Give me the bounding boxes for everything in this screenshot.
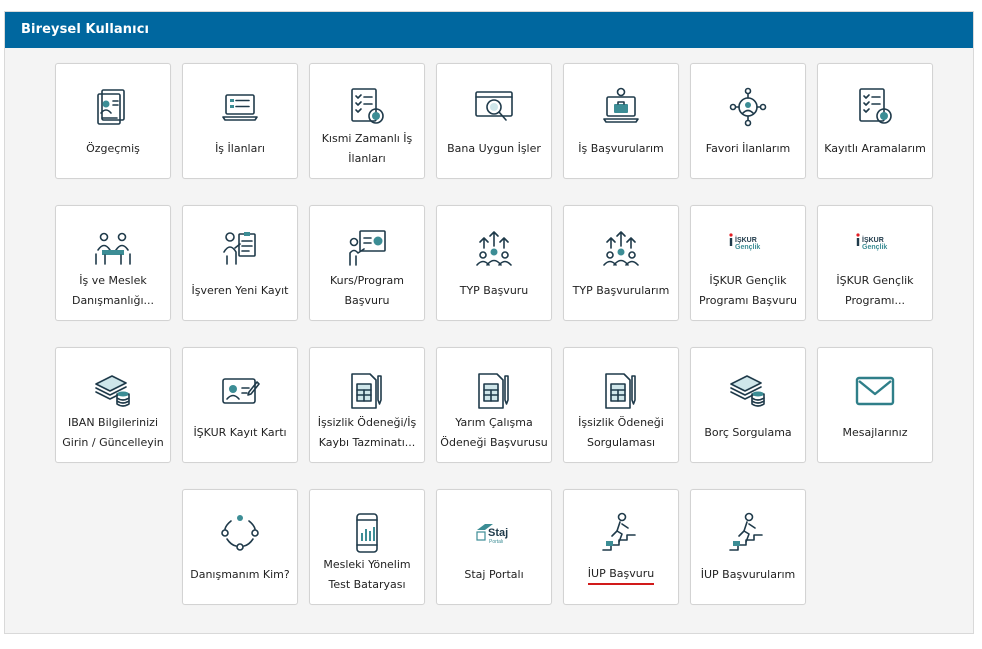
- tile-label: Yarım Çalışma Ödeneği Başvurusu: [440, 416, 548, 449]
- calculator-document-icon: [351, 373, 382, 409]
- tile-label: İUP Başvurularım: [700, 568, 796, 581]
- panel-title: Bireysel Kullanıcı: [21, 22, 150, 37]
- tile-iskur-genclik-programi[interactable]: İŞKUR Gençlik İŞKUR Gençlik Programı...: [817, 205, 933, 321]
- logo-text: Staj: [488, 527, 508, 539]
- calculator-document-icon: [478, 373, 509, 409]
- panel-header: Bireysel Kullanıcı: [5, 12, 973, 48]
- tile-borc-sorgulama[interactable]: Borç Sorgulama: [690, 347, 806, 463]
- logo-text: Gençlik: [735, 244, 760, 251]
- tile-iban-bilgileri[interactable]: IBAN Bilgilerinizi Girin / Güncelleyin: [55, 347, 171, 463]
- bireysel-kullanici-panel: Bireysel Kullanıcı Özgeçmiş İş İlanları …: [4, 11, 974, 634]
- tile-label: Kurs/Program Başvuru: [329, 274, 404, 307]
- tile-label: İUP Başvuru: [587, 565, 655, 585]
- tile-ozgecmis[interactable]: Özgeçmiş: [55, 63, 171, 179]
- tile-label: İŞKUR Gençlik Programı...: [836, 274, 914, 307]
- staj-portal-logo-icon: Staj Portalı: [476, 524, 508, 545]
- search-browser-icon: [475, 91, 513, 121]
- money-coins-icon: [95, 375, 130, 407]
- tile-label: Staj Portalı: [464, 568, 524, 581]
- tile-mesleki-yonelim-test[interactable]: Mesleki Yönelim Test Bataryası: [309, 489, 425, 605]
- tile-label: TYP Başvuru: [459, 284, 529, 297]
- tile-label: Favori İlanlarım: [705, 142, 791, 155]
- id-card-icon: [222, 378, 260, 404]
- tile-issizlik-odenegi-sorgulamasi[interactable]: İşsizlik Ödeneği Sorgulaması: [563, 347, 679, 463]
- tile-danismanim-kim[interactable]: Danışmanım Kim?: [182, 489, 298, 605]
- tile-kismi-zamanli-is-ilanlari[interactable]: Kısmi Zamanlı İş İlanları: [309, 63, 425, 179]
- iskur-genclik-logo-icon: İŞKUR Gençlik: [856, 233, 887, 251]
- tile-kayitli-aramalarim[interactable]: Kayıtlı Aramalarım: [817, 63, 933, 179]
- tile-label: Mesleki Yönelim Test Bataryası: [323, 558, 411, 591]
- tile-label: İşsizlik Ödeneği/İş Kaybı Tazminatı...: [317, 416, 417, 449]
- logo-text: İŞKUR: [862, 236, 884, 244]
- logo-text: İŞKUR: [735, 236, 757, 244]
- tile-iup-basvuru[interactable]: İUP Başvuru: [563, 489, 679, 605]
- tile-grid: Özgeçmiş İş İlanları Kısmi Zamanlı İş İl…: [55, 63, 937, 608]
- mobile-chart-icon: [356, 513, 378, 553]
- saved-search-checklist-icon: [859, 88, 892, 124]
- tile-kurs-program-basvuru[interactable]: Kurs/Program Başvuru: [309, 205, 425, 321]
- tile-label: İşveren Yeni Kayıt: [191, 284, 289, 297]
- typ-group-icon: [603, 231, 639, 266]
- tile-yarim-calisma-odenegi[interactable]: Yarım Çalışma Ödeneği Başvurusu: [436, 347, 552, 463]
- calculator-document-icon: [605, 373, 636, 409]
- tile-label: İŞKUR Kayıt Kartı: [193, 426, 287, 439]
- tile-label: Danışmanım Kim?: [190, 568, 290, 581]
- stairs-climber-icon: [602, 512, 636, 551]
- job-listings-icon: [222, 94, 258, 121]
- tile-favori-ilanlarim[interactable]: Favori İlanlarım: [690, 63, 806, 179]
- tile-label: İş İlanları: [215, 142, 265, 155]
- tile-iup-basvurularim[interactable]: İUP Başvurularım: [690, 489, 806, 605]
- tile-is-basvurularim[interactable]: İş Başvurularım: [563, 63, 679, 179]
- tile-iskur-kayit-karti[interactable]: İŞKUR Kayıt Kartı: [182, 347, 298, 463]
- tile-mesajlariniz[interactable]: Mesajlarınız: [817, 347, 933, 463]
- course-presentation-icon: [349, 230, 386, 266]
- tile-label: İş Başvurularım: [578, 142, 664, 155]
- counseling-meeting-icon: [95, 232, 131, 265]
- tile-label: Kısmi Zamanlı İş İlanları: [321, 132, 413, 165]
- logo-text: Gençlik: [862, 244, 887, 251]
- tile-is-ve-meslek-danismanligi[interactable]: İş ve Meslek Danışmanlığı...: [55, 205, 171, 321]
- tile-label: İş ve Meslek Danışmanlığı...: [71, 274, 155, 307]
- resume-icon: [97, 89, 125, 125]
- tile-label: Borç Sorgulama: [704, 426, 792, 439]
- tile-is-ilanlari[interactable]: İş İlanları: [182, 63, 298, 179]
- tile-staj-portali[interactable]: Staj Portalı Staj Portalı: [436, 489, 552, 605]
- applications-laptop-icon: [603, 87, 639, 123]
- tile-issizlik-odenegi-is-kaybi[interactable]: İşsizlik Ödeneği/İş Kaybı Tazminatı...: [309, 347, 425, 463]
- money-coins-icon: [730, 375, 765, 407]
- part-time-checklist-icon: [351, 88, 384, 124]
- tile-iskur-genclik-programi-basvuru[interactable]: İŞKUR Gençlik İŞKUR Gençlik Programı Baş…: [690, 205, 806, 321]
- advisor-cycle-icon: [221, 515, 259, 551]
- tile-label: TYP Başvurularım: [572, 284, 670, 297]
- typ-group-icon: [476, 231, 512, 266]
- tile-typ-basvurularim[interactable]: TYP Başvurularım: [563, 205, 679, 321]
- tile-typ-basvuru[interactable]: TYP Başvuru: [436, 205, 552, 321]
- favorite-network-icon: [729, 87, 767, 127]
- tile-label: Bana Uygun İşler: [447, 142, 541, 155]
- tile-bana-uygun-isler[interactable]: Bana Uygun İşler: [436, 63, 552, 179]
- stairs-climber-icon: [729, 512, 763, 551]
- tile-label: IBAN Bilgilerinizi Girin / Güncelleyin: [62, 416, 164, 449]
- logo-text: Portalı: [489, 539, 503, 545]
- tile-label: İşsizlik Ödeneği Sorgulaması: [578, 416, 664, 449]
- envelope-icon: [855, 376, 895, 406]
- iskur-genclik-logo-icon: İŞKUR Gençlik: [729, 233, 760, 251]
- tile-label: Özgeçmiş: [86, 142, 140, 155]
- tile-isveren-yeni-kayit[interactable]: İşveren Yeni Kayıt: [182, 205, 298, 321]
- tile-label: Mesajlarınız: [842, 426, 908, 439]
- tile-label: Kayıtlı Aramalarım: [824, 142, 926, 155]
- tile-label: İŞKUR Gençlik Programı Başvuru: [699, 274, 797, 307]
- employer-register-icon: [223, 232, 256, 265]
